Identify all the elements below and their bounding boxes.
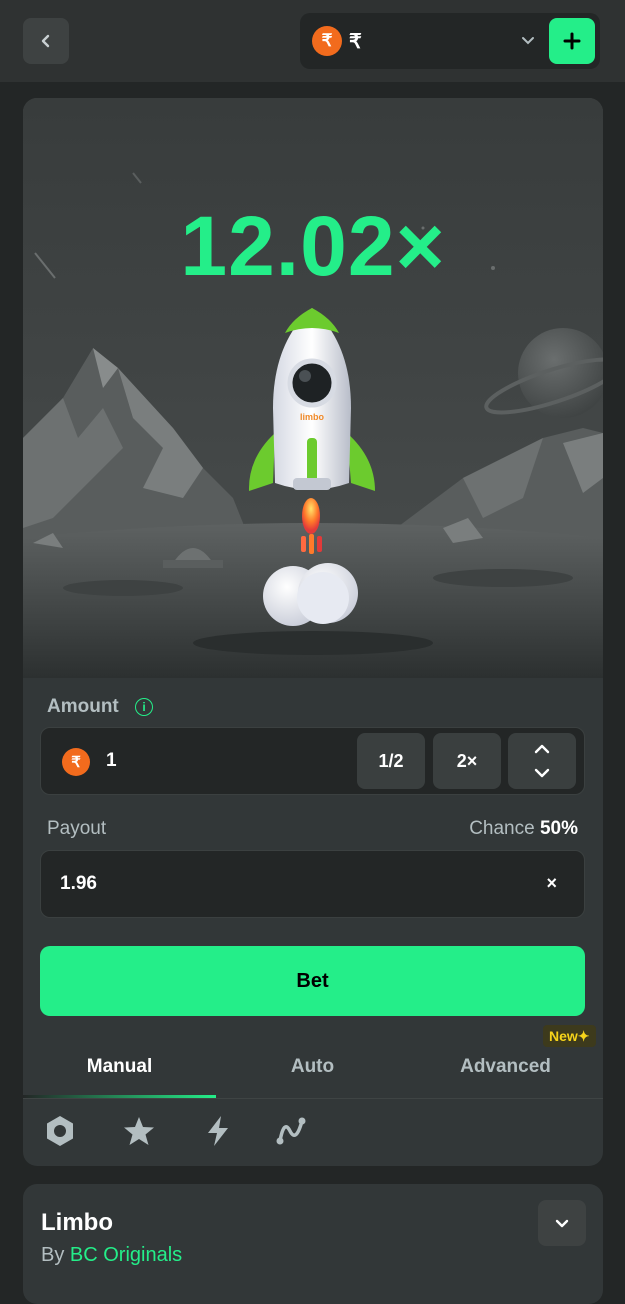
graph-icon[interactable] bbox=[274, 1113, 310, 1149]
tab-manual[interactable]: Manual bbox=[23, 1038, 216, 1096]
plus-icon bbox=[563, 32, 581, 50]
by-prefix: By bbox=[41, 1244, 65, 1266]
rupee-coin-icon: ₹ bbox=[312, 26, 342, 56]
chevron-up-down-icon bbox=[534, 744, 550, 778]
new-badge-label: New bbox=[549, 1028, 578, 1044]
game-scene: limbo 12.02× bbox=[23, 98, 603, 678]
chance-value: 50% bbox=[539, 818, 578, 839]
chance-label: Chance bbox=[469, 818, 535, 839]
chance-display: Chance 50% bbox=[469, 818, 578, 840]
tab-auto[interactable]: Auto bbox=[216, 1038, 409, 1096]
stepper-button[interactable] bbox=[508, 733, 576, 789]
new-badge: New✦ bbox=[543, 1025, 596, 1047]
top-bar: ₹ ₹ bbox=[0, 0, 625, 82]
amount-label: Amount bbox=[47, 696, 119, 717]
rupee-coin-icon: ₹ bbox=[62, 748, 90, 776]
expand-button[interactable] bbox=[538, 1200, 586, 1246]
game-title: Limbo bbox=[41, 1209, 113, 1236]
chevron-down-icon bbox=[522, 37, 534, 45]
game-card: limbo 12.02× Amount i ₹ 1 1/2 2× Payout … bbox=[23, 98, 603, 1166]
info-icon[interactable]: i bbox=[135, 698, 153, 716]
currency-label: ₹ bbox=[349, 30, 362, 53]
payout-value[interactable]: 1.96 bbox=[60, 873, 97, 895]
deposit-button[interactable] bbox=[549, 18, 595, 64]
provider-link[interactable]: BC Originals bbox=[70, 1244, 182, 1266]
bet-mode-tabs: Manual Auto Advanced bbox=[23, 1038, 603, 1099]
bet-button[interactable]: Bet bbox=[40, 946, 585, 1016]
star-icon[interactable] bbox=[121, 1113, 157, 1149]
game-info-card: Limbo By BC Originals bbox=[23, 1184, 603, 1304]
active-tab-indicator bbox=[23, 1095, 216, 1098]
multiplier-display: 12.02× bbox=[180, 199, 446, 293]
chevron-down-icon bbox=[555, 1219, 569, 1228]
back-button[interactable] bbox=[23, 18, 69, 64]
provider-line: By BC Originals bbox=[41, 1244, 182, 1267]
moon-landscape-illustration: limbo bbox=[23, 98, 603, 678]
chevron-left-icon bbox=[41, 34, 50, 48]
lightning-icon[interactable] bbox=[200, 1113, 236, 1149]
payout-input[interactable]: 1.96 × bbox=[40, 850, 585, 918]
amount-input[interactable]: ₹ 1 1/2 2× bbox=[40, 727, 585, 795]
currency-selector[interactable]: ₹ ₹ bbox=[300, 13, 600, 69]
amount-value[interactable]: 1 bbox=[106, 750, 117, 772]
hexagon-icon[interactable] bbox=[42, 1113, 78, 1149]
payout-label: Payout bbox=[47, 818, 107, 839]
payout-suffix: × bbox=[546, 873, 557, 893]
double-button[interactable]: 2× bbox=[433, 733, 501, 789]
half-button[interactable]: 1/2 bbox=[357, 733, 425, 789]
sparkle-icon: ✦ bbox=[577, 1028, 590, 1044]
rocket-logo-text: limbo bbox=[300, 412, 325, 422]
